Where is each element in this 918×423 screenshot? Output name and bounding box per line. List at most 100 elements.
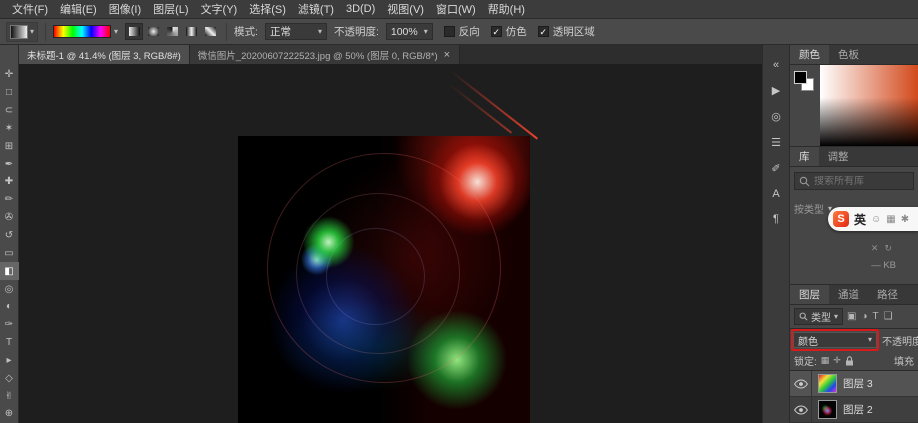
input-language-indicator[interactable]: 英 (854, 211, 866, 228)
pixel-layer-filter-icon[interactable]: ▣ (847, 311, 856, 322)
gradient-tool[interactable]: ◧ (0, 262, 19, 280)
search-icon (799, 312, 808, 321)
lasso-tool[interactable]: ⊂ (0, 102, 19, 120)
menu-edit[interactable]: 编辑(E) (54, 1, 103, 17)
collapse-panels-icon[interactable]: « (773, 59, 779, 71)
move-tool[interactable]: ✛ (0, 66, 19, 84)
menu-view[interactable]: 视图(V) (381, 1, 430, 17)
type-tool[interactable]: T (0, 334, 19, 352)
diamond-gradient-icon (205, 27, 216, 36)
eyedropper-tool[interactable]: ✒ (0, 155, 19, 173)
history-brush-tool[interactable]: ↺ (0, 227, 19, 245)
reverse-checkbox[interactable] (444, 26, 455, 37)
cancel-sync-icon[interactable]: ✕ (871, 243, 879, 254)
zoom-tool[interactable]: ⊕ (0, 405, 19, 423)
radial-gradient-icon (148, 27, 159, 36)
opacity-dropdown[interactable]: 100% ▾ (386, 23, 433, 40)
document-tab-wechat-image[interactable]: 微信图片_20200607222523.jpg @ 50% (图层 0, RGB… (190, 45, 460, 64)
chevron-down-icon: ▾ (318, 28, 322, 36)
menu-filter[interactable]: 滤镜(T) (292, 1, 340, 17)
sogou-input-bar[interactable]: S 英 ☺ ▦ ✱ (828, 207, 918, 231)
brush-tool[interactable]: ✏ (0, 191, 19, 209)
visibility-toggle[interactable] (790, 371, 812, 396)
tab-swatches[interactable]: 色板 (829, 45, 868, 64)
linear-gradient-button[interactable] (125, 23, 143, 40)
diamond-gradient-button[interactable] (201, 23, 219, 40)
document-tab-untitled[interactable]: 未标题-1 @ 41.4% (图层 3, RGB/8#) (19, 45, 190, 64)
reflected-gradient-button[interactable] (182, 23, 200, 40)
menu-window[interactable]: 窗口(W) (430, 1, 482, 17)
gradient-picker[interactable]: ▾ (53, 25, 118, 38)
sort-hint-label: 按类型 (794, 201, 824, 216)
tab-adjustments[interactable]: 调整 (819, 147, 858, 166)
menu-help[interactable]: 帮助(H) (482, 1, 531, 17)
clone-stamp-tool[interactable]: ✇ (0, 209, 19, 227)
angle-gradient-button[interactable] (163, 23, 181, 40)
brush-settings-icon[interactable]: ◎ (771, 110, 781, 123)
foreground-background-swatches[interactable] (794, 71, 816, 93)
layer-name[interactable]: 图层 2 (843, 402, 873, 417)
layer-thumbnail[interactable] (818, 400, 837, 419)
color-picker-field[interactable] (820, 65, 918, 146)
character-panel-icon[interactable]: A (772, 188, 779, 200)
adjustment-layer-filter-icon[interactable]: ◑ (861, 311, 867, 322)
shape-tool[interactable]: ◇ (0, 369, 19, 387)
transparency-checkbox[interactable]: ✓ (538, 26, 549, 37)
dodge-tool[interactable]: ◐ (0, 298, 19, 316)
layer-blend-mode-select[interactable]: 颜色 ▾ (793, 332, 877, 348)
menu-image[interactable]: 图像(I) (103, 1, 147, 17)
visibility-toggle[interactable] (790, 397, 812, 422)
library-panel-tabs: 库 调整 (790, 147, 918, 167)
tab-color[interactable]: 颜色 (790, 45, 829, 64)
lock-all-icon[interactable] (845, 356, 854, 366)
document-image (238, 136, 530, 423)
actions-panel-icon[interactable]: ▶ (772, 84, 780, 97)
properties-panel-icon[interactable]: ☰ (771, 136, 781, 149)
dither-option: ✓ 仿色 (491, 24, 527, 39)
healing-brush-tool[interactable]: ✚ (0, 173, 19, 191)
paragraph-panel-icon[interactable]: ¶ (773, 213, 779, 225)
keyboard-icon[interactable]: ▦ (886, 214, 895, 225)
toolbox-icon[interactable]: ✱ (901, 214, 909, 225)
blur-tool[interactable]: ◎ (0, 280, 19, 298)
tab-libraries[interactable]: 库 (790, 147, 819, 166)
crop-tool[interactable]: ⊞ (0, 137, 19, 155)
type-layer-filter-icon[interactable]: T (873, 311, 879, 322)
library-sort-dropdown[interactable]: 按类型 ▾ (794, 201, 832, 216)
close-icon[interactable]: × (443, 49, 451, 61)
sogou-logo-icon[interactable]: S (833, 211, 849, 227)
menu-3d[interactable]: 3D(D) (340, 3, 381, 15)
path-selection-tool[interactable]: ▸ (0, 352, 19, 370)
tool-preset-picker[interactable]: ▾ (6, 22, 38, 42)
lock-position-icon[interactable]: ✛ (833, 355, 841, 366)
tab-paths[interactable]: 路径 (868, 285, 907, 304)
brushes-panel-icon[interactable]: ✐ (771, 162, 780, 175)
tab-layers[interactable]: 图层 (790, 285, 829, 304)
search-input[interactable] (814, 176, 909, 187)
refresh-icon[interactable]: ↻ (884, 243, 892, 254)
menu-select[interactable]: 选择(S) (243, 1, 292, 17)
radial-gradient-button[interactable] (144, 23, 162, 40)
marquee-tool[interactable]: □ (0, 84, 19, 102)
hand-tool[interactable]: ✌ (0, 387, 19, 405)
blend-mode-dropdown[interactable]: 正常 ▾ (265, 23, 327, 40)
dither-checkbox[interactable]: ✓ (491, 26, 502, 37)
tab-channels[interactable]: 通道 (829, 285, 868, 304)
layer-row-3[interactable]: 图层 3 (790, 371, 918, 397)
shape-layer-filter-icon[interactable]: ❏ (884, 311, 893, 322)
layer-name[interactable]: 图层 3 (843, 376, 873, 391)
lock-transparency-icon[interactable]: ▦ (821, 355, 830, 366)
layer-row-2[interactable]: 图层 2 (790, 397, 918, 423)
eraser-tool[interactable]: ▭ (0, 244, 19, 262)
gradient-type-group (125, 23, 219, 40)
pen-tool[interactable]: ✑ (0, 316, 19, 334)
menu-layer[interactable]: 图层(L) (147, 1, 194, 17)
library-search[interactable] (794, 172, 914, 190)
layer-filter-type-dropdown[interactable]: 类型 ▾ (794, 308, 843, 325)
magic-wand-tool[interactable]: ✶ (0, 120, 19, 138)
emoji-icon[interactable]: ☺ (871, 214, 881, 225)
menu-type[interactable]: 文字(Y) (195, 1, 244, 17)
menu-file[interactable]: 文件(F) (6, 1, 54, 17)
canvas-area[interactable] (19, 64, 762, 423)
layer-thumbnail[interactable] (818, 374, 837, 393)
